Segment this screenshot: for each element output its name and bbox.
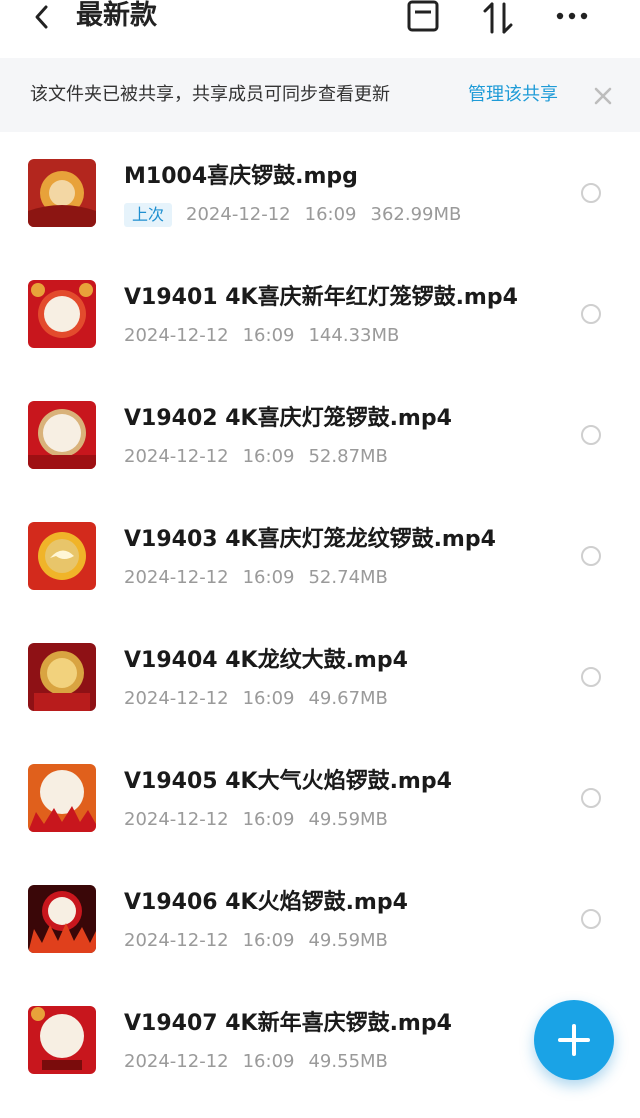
file-size: 49.67MB <box>308 688 388 709</box>
file-time: 16:09 <box>242 446 295 467</box>
file-meta: 2024-12-12 16:09 52.74MB <box>124 565 402 591</box>
file-name: V19402 4K喜庆灯笼锣鼓.mp4 <box>124 406 452 431</box>
select-radio[interactable] <box>581 909 601 929</box>
video-thumbnail <box>28 522 96 590</box>
file-meta: 2024-12-12 16:09 52.87MB <box>124 444 402 470</box>
video-thumbnail <box>28 885 96 953</box>
file-meta: 2024-12-12 16:09 49.59MB <box>124 928 402 954</box>
file-meta: 2024-12-12 16:09 49.55MB <box>124 1049 402 1075</box>
file-size: 49.59MB <box>308 809 388 830</box>
file-date: 2024-12-12 <box>124 446 229 467</box>
sort-icon[interactable] <box>478 0 518 36</box>
file-size: 49.59MB <box>308 930 388 951</box>
file-row[interactable]: V19404 4K龙纹大鼓.mp4 2024-12-12 16:09 49.67MB <box>0 616 640 737</box>
file-name: V19401 4K喜庆新年红灯笼锣鼓.mp4 <box>124 285 518 310</box>
file-date: 2024-12-12 <box>124 930 229 951</box>
file-row[interactable]: V19405 4K大气火焰锣鼓.mp4 2024-12-12 16:09 49.59… <box>0 737 640 858</box>
file-meta: 上次 2024-12-12 16:09 362.99MB <box>124 202 475 228</box>
back-icon[interactable] <box>28 2 58 32</box>
file-time: 16:09 <box>242 1051 295 1072</box>
page-title: 最新款 <box>76 0 157 31</box>
file-name: M1004喜庆锣鼓.mpg <box>124 164 358 189</box>
video-thumbnail <box>28 643 96 711</box>
close-icon[interactable] <box>590 83 616 109</box>
file-size: 49.55MB <box>308 1051 388 1072</box>
file-date: 2024-12-12 <box>186 204 291 225</box>
video-thumbnail <box>28 764 96 832</box>
file-time: 16:09 <box>242 688 295 709</box>
file-meta: 2024-12-12 16:09 49.67MB <box>124 686 402 712</box>
video-thumbnail <box>28 159 96 227</box>
video-thumbnail <box>28 1006 96 1074</box>
file-name: V19405 4K大气火焰锣鼓.mp4 <box>124 769 452 794</box>
file-meta: 2024-12-12 16:09 144.33MB <box>124 323 413 349</box>
file-size: 52.74MB <box>308 567 388 588</box>
plus-icon <box>558 1024 590 1056</box>
file-name: V19404 4K龙纹大鼓.mp4 <box>124 648 408 673</box>
file-date: 2024-12-12 <box>124 688 229 709</box>
file-name: V19407 4K新年喜庆锣鼓.mp4 <box>124 1011 452 1036</box>
share-banner: 该文件夹已被共享，共享成员可同步查看更新 管理该共享 <box>0 58 640 132</box>
select-radio[interactable] <box>581 546 601 566</box>
file-row[interactable]: V19403 4K喜庆灯笼龙纹锣鼓.mp4 2024-12-12 16:09 52.… <box>0 495 640 616</box>
file-name: V19403 4K喜庆灯笼龙纹锣鼓.mp4 <box>124 527 496 552</box>
select-radio[interactable] <box>581 425 601 445</box>
select-radio[interactable] <box>581 304 601 324</box>
video-thumbnail <box>28 401 96 469</box>
select-radio[interactable] <box>581 667 601 687</box>
last-opened-badge: 上次 <box>124 203 173 227</box>
file-time: 16:09 <box>242 809 295 830</box>
file-name: V19406 4K火焰锣鼓.mp4 <box>124 890 408 915</box>
file-row[interactable]: V19406 4K火焰锣鼓.mp4 2024-12-12 16:09 49.59MB <box>0 858 640 979</box>
file-meta: 2024-12-12 16:09 49.59MB <box>124 807 402 833</box>
top-bar: 最新款 <box>0 0 640 56</box>
file-time: 16:09 <box>242 325 295 346</box>
file-size: 52.87MB <box>308 446 388 467</box>
file-date: 2024-12-12 <box>124 809 229 830</box>
file-time: 16:09 <box>242 567 295 588</box>
file-size: 362.99MB <box>370 204 462 225</box>
more-icon[interactable] <box>552 0 592 36</box>
file-date: 2024-12-12 <box>124 325 229 346</box>
video-thumbnail <box>28 280 96 348</box>
share-banner-text: 该文件夹已被共享，共享成员可同步查看更新 <box>30 84 390 105</box>
file-time: 16:09 <box>304 204 357 225</box>
file-row[interactable]: V19402 4K喜庆灯笼锣鼓.mp4 2024-12-12 16:09 52.87… <box>0 374 640 495</box>
select-all-icon[interactable] <box>403 0 443 36</box>
file-time: 16:09 <box>242 930 295 951</box>
add-button[interactable] <box>534 1000 614 1080</box>
file-row[interactable]: M1004喜庆锣鼓.mpg 上次 2024-12-12 16:09 362.99MB <box>0 132 640 253</box>
manage-share-link[interactable]: 管理该共享 <box>468 82 558 108</box>
file-size: 144.33MB <box>308 325 400 346</box>
file-date: 2024-12-12 <box>124 1051 229 1072</box>
select-radio[interactable] <box>581 183 601 203</box>
file-date: 2024-12-12 <box>124 567 229 588</box>
file-row[interactable]: V19401 4K喜庆新年红灯笼锣鼓.mp4 2024-12-12 16:09 14… <box>0 253 640 374</box>
select-radio[interactable] <box>581 788 601 808</box>
